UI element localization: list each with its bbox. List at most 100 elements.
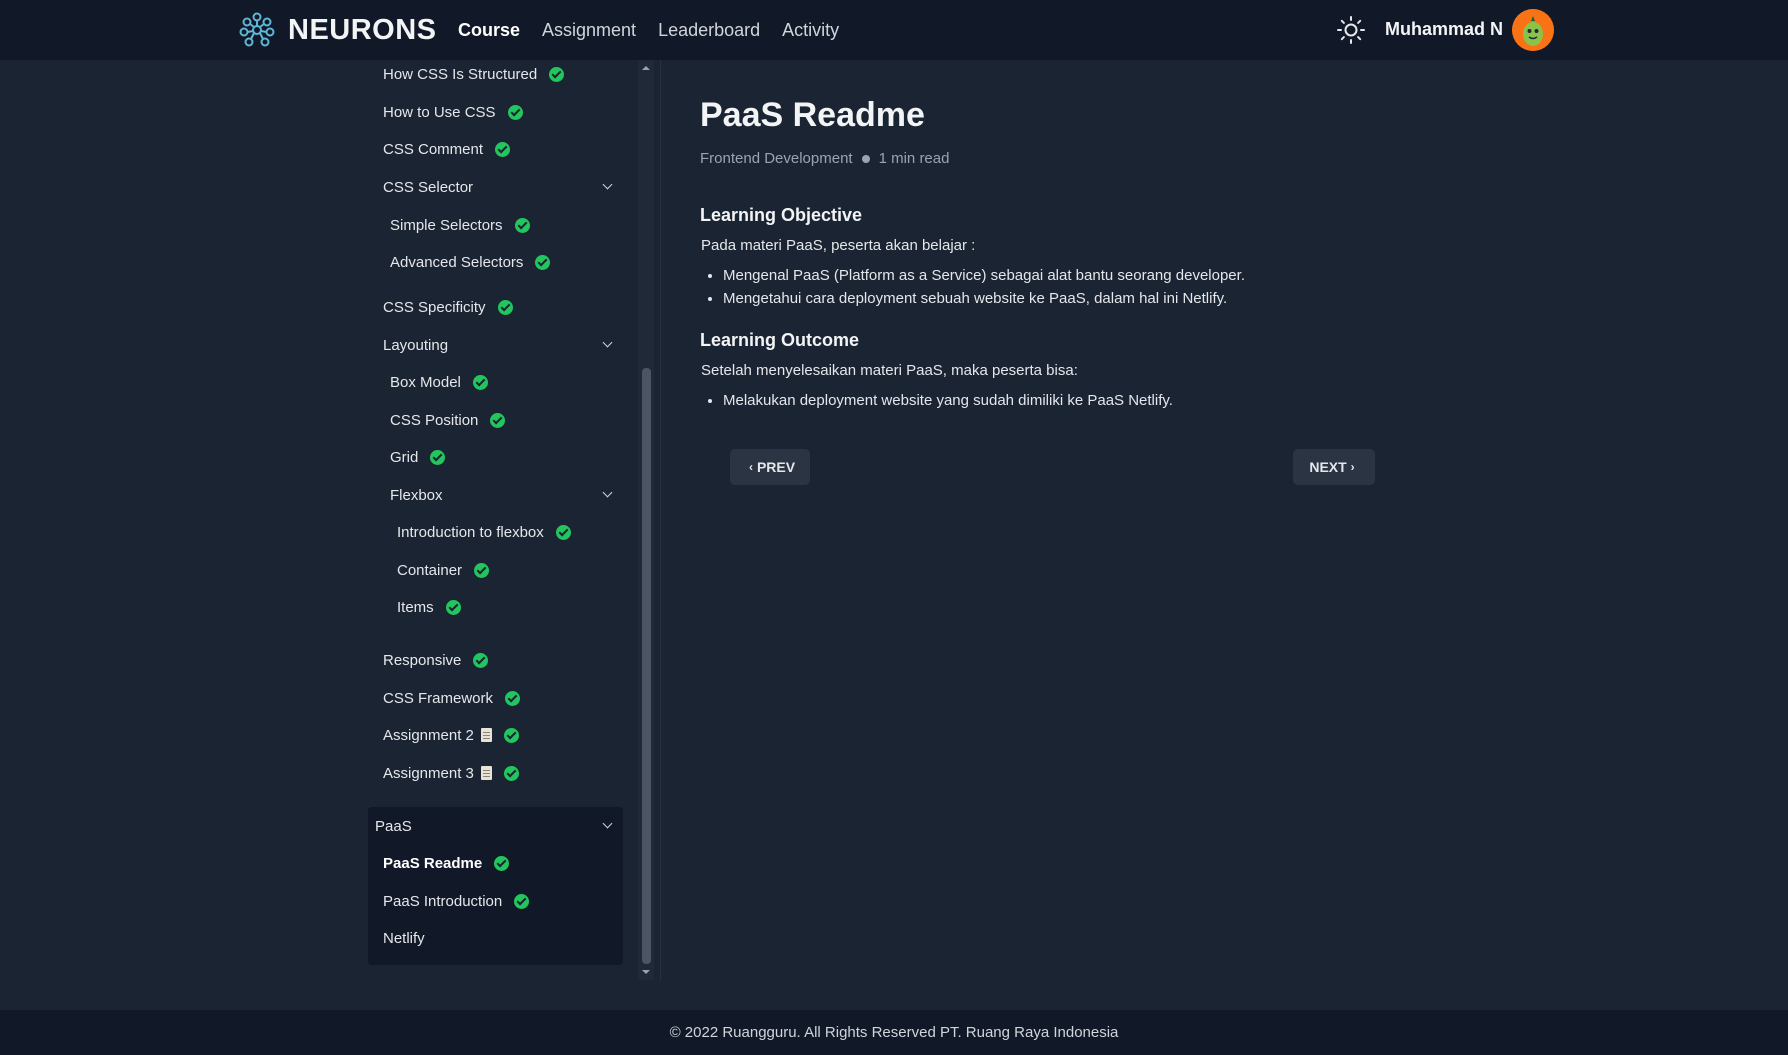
sidebar-item-container[interactable]: Container [397, 554, 490, 586]
outcome-intro: Setelah menyelesaikan materi PaaS, maka … [701, 362, 1078, 379]
brand[interactable]: NEURONS [238, 10, 437, 50]
footer-copyright: © 2022 Ruangguru. All Rights Reserved PT… [669, 1024, 1119, 1041]
check-icon [473, 652, 489, 668]
check-icon [497, 299, 513, 315]
outcome-list: Melakukan deployment website yang sudah … [701, 389, 1173, 412]
sidebar-item-css-specificity[interactable]: CSS Specificity [383, 291, 513, 323]
next-label: NEXT [1309, 459, 1347, 475]
scroll-down-arrow-icon[interactable] [642, 970, 650, 974]
sidebar-item-introduction-to-flexbox[interactable]: Introduction to flexbox [397, 516, 571, 548]
sidebar-group-flexbox[interactable]: Flexbox [390, 479, 613, 511]
sidebar-item-simple-selectors[interactable]: Simple Selectors [390, 209, 530, 241]
sidebar-item-label: CSS Position [390, 411, 479, 429]
sidebar-group-paas[interactable]: PaaS [375, 810, 613, 842]
sidebar-item-label: Items [397, 598, 434, 616]
check-icon [495, 141, 511, 157]
scrollbar-thumb[interactable] [642, 368, 651, 964]
sidebar-item-label: Assignment 2 [383, 726, 474, 744]
document-icon [480, 728, 492, 742]
check-icon [549, 66, 565, 82]
nav-assignment[interactable]: Assignment [542, 20, 636, 41]
sidebar-item-label: Advanced Selectors [390, 253, 524, 271]
sidebar-item-label: PaaS Introduction [383, 892, 503, 910]
sidebar-group-css-selector[interactable]: CSS Selector [383, 171, 613, 203]
top-navbar: NEURONS Course Assignment Leaderboard Ac… [0, 0, 1788, 60]
check-icon [505, 690, 521, 706]
nav-leaderboard[interactable]: Leaderboard [658, 20, 760, 41]
scroll-up-arrow-icon[interactable] [642, 66, 650, 70]
dot-separator-icon [861, 154, 870, 163]
check-icon [503, 727, 519, 743]
sidebar-item-paas-readme[interactable]: PaaS Readme [383, 847, 510, 879]
sidebar-item-label: Layouting [383, 336, 449, 354]
sidebar-item-items[interactable]: Items [397, 591, 461, 623]
sidebar-item-label: Container [397, 561, 463, 579]
objective-list: Mengenal PaaS (Platform as a Service) se… [701, 264, 1245, 310]
sidebar-item-css-comment[interactable]: CSS Comment [383, 133, 511, 165]
prev-button[interactable]: ‹ PREV [730, 449, 810, 485]
sidebar-item-label: CSS Specificity [383, 298, 486, 316]
brand-name: NEURONS [288, 13, 437, 46]
sidebar-item-label: Introduction to flexbox [397, 523, 544, 541]
main-nav: Course Assignment Leaderboard Activity [458, 0, 839, 60]
sidebar-item-label: Netlify [383, 929, 425, 947]
document-icon [480, 766, 492, 780]
sidebar-item-paas-introduction[interactable]: PaaS Introduction [383, 885, 530, 917]
list-item: Melakukan deployment website yang sudah … [723, 389, 1173, 412]
check-icon [445, 599, 461, 615]
nav-course[interactable]: Course [458, 20, 520, 41]
article-meta: Frontend Development 1 min read [700, 150, 949, 167]
list-item: Mengetahui cara deployment sebuah websit… [723, 287, 1245, 310]
sidebar-item-label: Simple Selectors [390, 216, 503, 234]
sidebar-item-advanced-selectors[interactable]: Advanced Selectors [390, 246, 551, 278]
sidebar-item-label: PaaS Readme [383, 854, 483, 872]
sidebar-item-responsive[interactable]: Responsive [383, 644, 489, 676]
check-icon [472, 374, 488, 390]
sidebar-item-assignment-2[interactable]: Assignment 2 [383, 719, 519, 751]
category-label: Frontend Development [700, 150, 853, 167]
sidebar-item-how-to-use-css[interactable]: How to Use CSS [383, 96, 523, 128]
check-icon [494, 855, 510, 871]
sidebar-group-layouting[interactable]: Layouting [383, 329, 613, 361]
sidebar-item-label: Box Model [390, 373, 461, 391]
sidebar-item-assignment-3[interactable]: Assignment 3 [383, 757, 519, 789]
content-divider [660, 60, 661, 980]
sidebar-item-label: CSS Comment [383, 140, 484, 158]
avatar[interactable] [1512, 9, 1554, 51]
user-name[interactable]: Muhammad N [1385, 19, 1503, 40]
sidebar-item-css-position[interactable]: CSS Position [390, 404, 506, 436]
sidebar-item-css-framework[interactable]: CSS Framework [383, 682, 521, 714]
chevron-down-icon [602, 337, 613, 348]
chevron-right-icon: › [1350, 460, 1355, 474]
sidebar-item-netlify[interactable]: Netlify [383, 922, 425, 954]
check-icon [474, 562, 490, 578]
next-button[interactable]: NEXT › [1293, 449, 1375, 485]
sun-icon[interactable] [1336, 15, 1366, 45]
sidebar-item-label: Flexbox [390, 486, 443, 504]
sidebar-item-label: CSS Selector [383, 178, 474, 196]
page-title: PaaS Readme [700, 96, 925, 134]
outcome-heading: Learning Outcome [700, 330, 860, 350]
sidebar-item-box-model[interactable]: Box Model [390, 366, 488, 398]
nav-activity[interactable]: Activity [782, 20, 839, 41]
neurons-logo-icon [239, 12, 275, 47]
sidebar-item-label: Assignment 3 [383, 764, 474, 782]
sidebar-item-grid[interactable]: Grid [390, 441, 446, 473]
avatar-illustration-icon [1512, 9, 1554, 51]
sidebar-item-label: Grid [390, 448, 419, 466]
objective-intro: Pada materi PaaS, peserta akan belajar : [701, 237, 976, 254]
check-icon [490, 412, 506, 428]
sidebar-item-label: CSS Framework [383, 689, 494, 707]
sidebar-item-label: PaaS [375, 817, 412, 835]
check-icon [514, 217, 530, 233]
sidebar-item-how-css-is-structured[interactable]: How CSS Is Structured [383, 58, 565, 90]
chevron-down-icon [602, 487, 613, 498]
sidebar-item-label: How to Use CSS [383, 103, 496, 121]
check-icon [555, 524, 571, 540]
chevron-left-icon: ‹ [748, 460, 753, 474]
objective-heading: Learning Objective [700, 205, 863, 225]
sidebar-item-label: How CSS Is Structured [383, 65, 538, 83]
prev-label: PREV [756, 459, 796, 475]
check-icon [535, 254, 551, 270]
read-time: 1 min read [878, 150, 950, 167]
